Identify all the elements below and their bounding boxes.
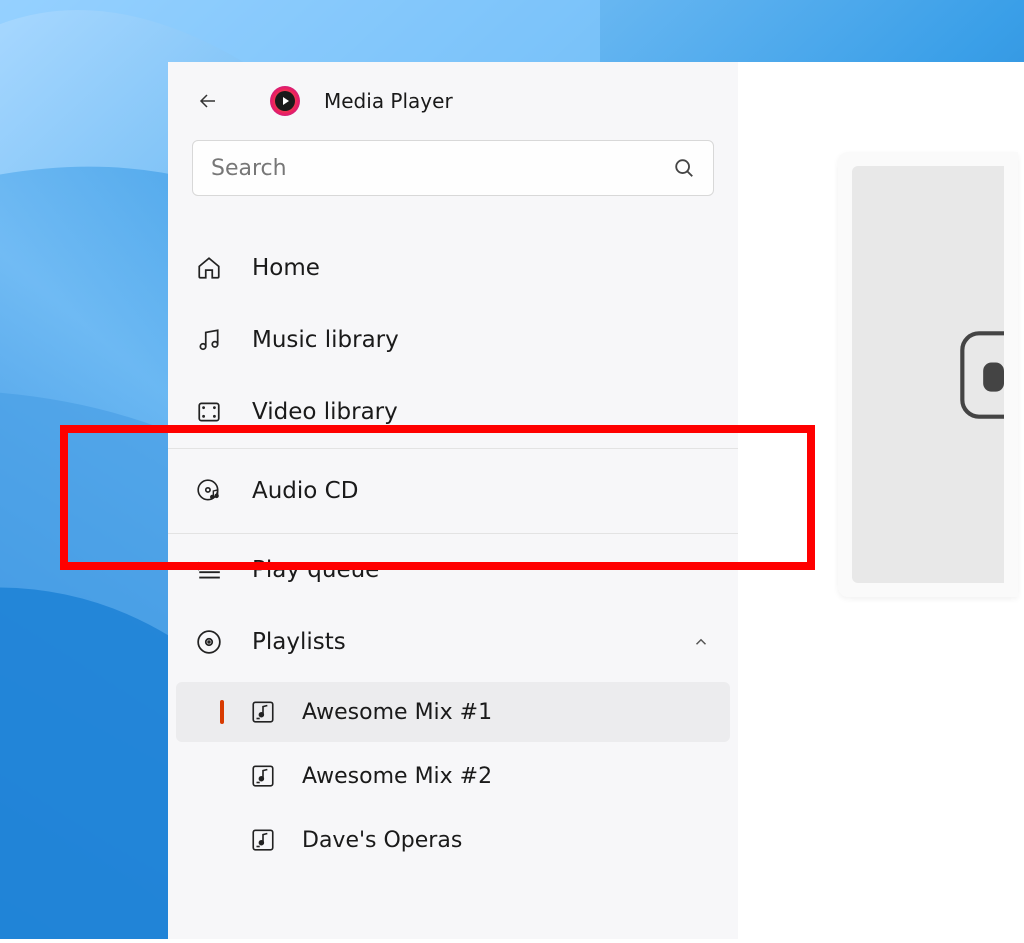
video-icon <box>196 399 222 425</box>
back-arrow-icon <box>196 89 220 113</box>
playlists-icon <box>196 629 222 655</box>
sidebar-item-play-queue[interactable]: Play queue <box>168 534 738 606</box>
selection-indicator <box>220 828 224 852</box>
playlist-list: Awesome Mix #1 Awesome Mix #2 <box>168 682 738 870</box>
header: Media Player <box>168 86 738 140</box>
nav-label: Play queue <box>252 557 710 583</box>
playlist-label: Awesome Mix #2 <box>302 764 492 789</box>
nav-list: Home Music library <box>168 220 738 678</box>
sidebar-item-music-library[interactable]: Music library <box>168 304 738 376</box>
music-icon <box>196 327 222 353</box>
content-pane <box>738 62 1024 939</box>
selection-indicator <box>220 700 224 724</box>
back-button[interactable] <box>196 89 220 113</box>
selection-indicator <box>220 764 224 788</box>
search-icon <box>673 157 695 179</box>
nav-label: Video library <box>252 399 710 425</box>
nav-label: Playlists <box>252 629 662 655</box>
app-title: Media Player <box>324 89 453 113</box>
playlist-label: Awesome Mix #1 <box>302 700 492 725</box>
app-logo-icon <box>270 86 300 116</box>
content-thumbnail <box>852 166 1004 583</box>
chevron-up-icon <box>692 633 710 651</box>
playlist-item[interactable]: Awesome Mix #1 <box>176 682 730 742</box>
nav-label: Home <box>252 255 710 281</box>
playlist-label: Dave's Operas <box>302 828 462 853</box>
search-box[interactable] <box>192 140 714 196</box>
playlist-item[interactable]: Awesome Mix #2 <box>176 746 730 806</box>
playlist-icon <box>250 699 276 725</box>
sidebar: Media Player Home <box>168 62 738 939</box>
playlist-icon <box>250 827 276 853</box>
search-input[interactable] <box>211 156 673 181</box>
queue-icon <box>196 557 222 583</box>
cd-icon <box>196 478 222 504</box>
nav-label: Music library <box>252 327 710 353</box>
media-player-window: Media Player Home <box>168 62 1024 939</box>
content-card[interactable] <box>838 152 1018 597</box>
playlist-item[interactable]: Dave's Operas <box>176 810 730 870</box>
sidebar-item-home[interactable]: Home <box>168 232 738 304</box>
sidebar-item-video-library[interactable]: Video library <box>168 376 738 448</box>
home-icon <box>196 255 222 281</box>
nav-label: Audio CD <box>252 478 710 504</box>
sidebar-item-playlists[interactable]: Playlists <box>168 606 738 678</box>
sidebar-item-audio-cd[interactable]: Audio CD <box>168 448 738 534</box>
playlist-icon <box>250 763 276 789</box>
